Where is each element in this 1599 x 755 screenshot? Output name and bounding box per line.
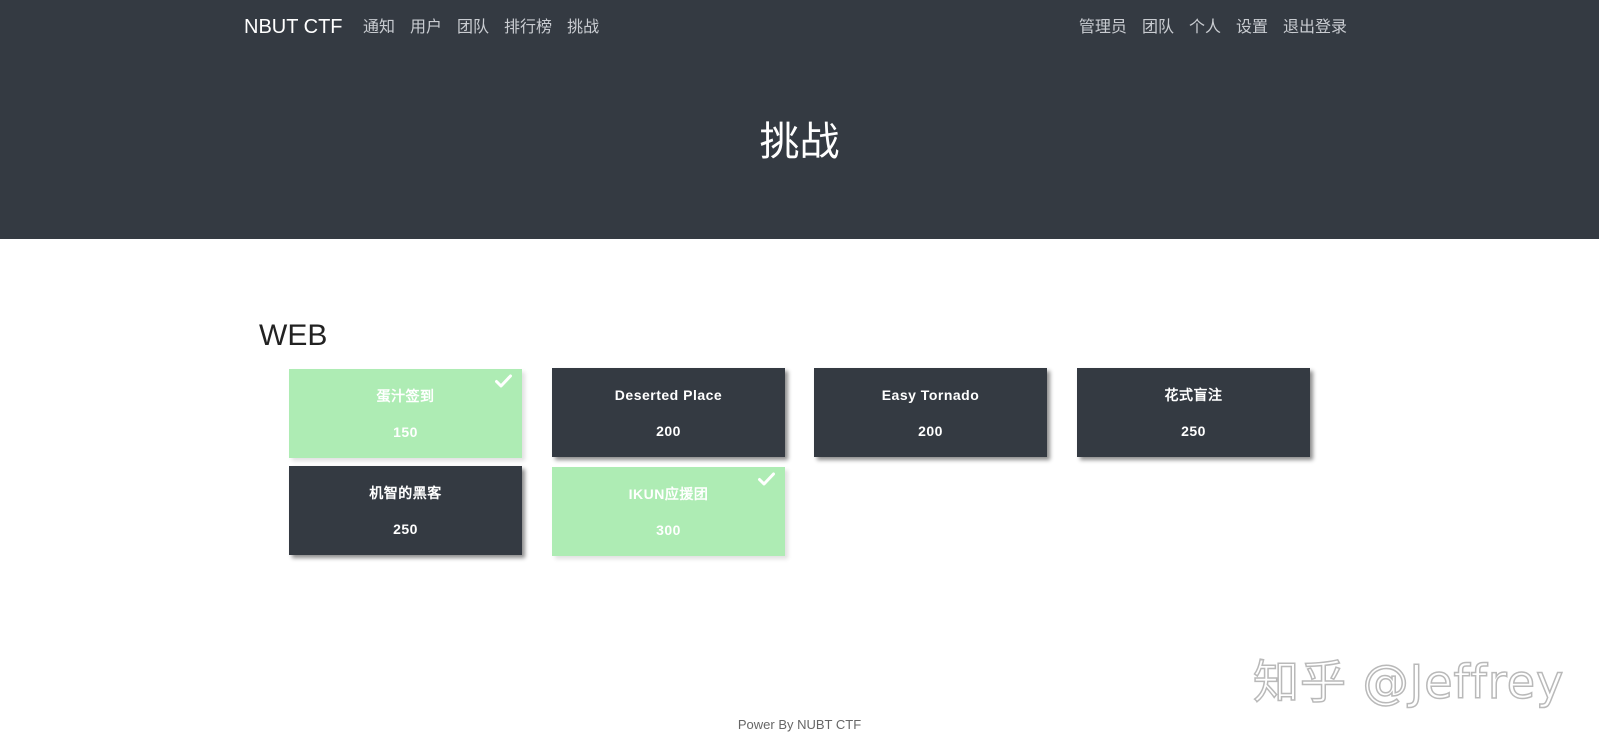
brand-logo[interactable]: NBUT CTF [244,15,343,39]
challenge-card[interactable]: Easy Tornado 200 [814,368,1047,457]
challenge-points: 200 [552,421,785,441]
challenge-card[interactable]: 花式盲注 250 [1077,368,1310,457]
challenge-name: Easy Tornado [814,385,1047,405]
challenge-points: 150 [289,422,522,442]
nav-challenges[interactable]: 挑战 [567,17,599,39]
nav-teams[interactable]: 团队 [457,17,489,39]
challenge-name: 机智的黑客 [289,483,522,503]
nav-admin[interactable]: 管理员 [1079,17,1127,39]
watermark: 知乎 @Jeffrey [1253,655,1564,709]
challenge-points: 250 [1077,421,1310,441]
footer-text: Power By NUBT CTF [0,716,1599,734]
challenge-points: 300 [552,520,785,540]
challenge-points: 250 [289,519,522,539]
nav-scoreboard[interactable]: 排行榜 [504,17,552,39]
challenge-name: IKUN应援团 [552,484,785,504]
nav-logout[interactable]: 退出登录 [1283,17,1347,39]
nav-my-team[interactable]: 团队 [1142,17,1174,39]
challenge-card[interactable]: 蛋汁签到 150 [289,369,522,458]
nav-settings[interactable]: 设置 [1236,17,1268,39]
challenge-card[interactable]: 机智的黑客 250 [289,466,522,555]
top-navbar: NBUT CTF 通知 用户 团队 排行榜 挑战 管理员 团队 个人 设置 退出… [0,0,1599,239]
challenge-name: 花式盲注 [1077,385,1310,405]
nav-left: 通知 用户 团队 排行榜 挑战 [363,17,599,39]
challenge-name: 蛋汁签到 [289,386,522,406]
page-title: 挑战 [0,112,1599,172]
challenge-card[interactable]: IKUN应援团 300 [552,467,785,556]
nav-users[interactable]: 用户 [410,17,442,39]
nav-profile[interactable]: 个人 [1189,17,1221,39]
challenge-name: Deserted Place [552,385,785,405]
nav-notices[interactable]: 通知 [363,17,395,39]
nav-right: 管理员 团队 个人 设置 退出登录 [1079,17,1347,39]
challenge-points: 200 [814,421,1047,441]
category-title: WEB [259,316,327,356]
challenge-card[interactable]: Deserted Place 200 [552,368,785,457]
